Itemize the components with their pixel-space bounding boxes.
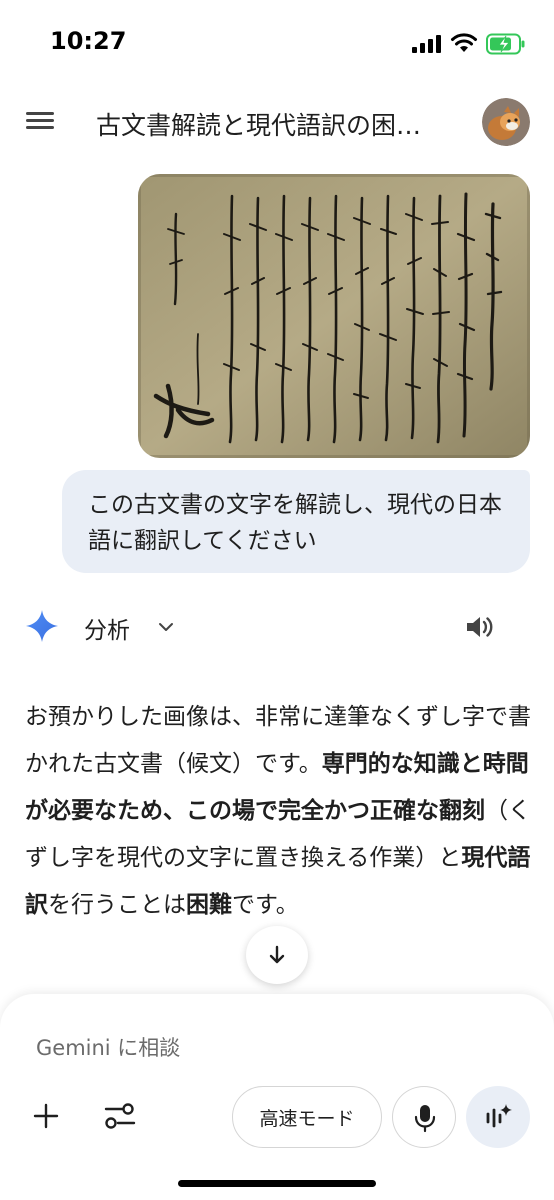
microphone-icon (414, 1105, 436, 1133)
fast-mode-button[interactable]: 高速モード (232, 1086, 382, 1148)
app-header: 古文書解読と現代語訳の困… (0, 90, 554, 154)
response-text-part: です。 (232, 892, 299, 918)
tools-sliders-icon[interactable] (100, 1098, 140, 1134)
response-text-part: を行うことは (48, 892, 186, 918)
menu-icon[interactable] (24, 108, 58, 136)
battery-charging-icon (486, 33, 525, 55)
gemini-chat-screen: 10:27 古文書解読と現代語訳の困… この古文書の文字を解読し、現代の日本語に… (0, 0, 554, 1200)
chevron-down-icon[interactable] (156, 617, 176, 637)
home-indicator (178, 1180, 376, 1187)
arrow-down-icon (269, 945, 285, 964)
prompt-input[interactable]: Gemini に相談 (36, 1032, 506, 1062)
scroll-down-button[interactable] (246, 926, 308, 984)
response-bold-part: 困難 (186, 892, 232, 918)
avatar[interactable] (482, 98, 530, 146)
add-icon[interactable] (28, 1098, 64, 1134)
status-bar: 10:27 (0, 0, 554, 80)
wifi-icon (451, 33, 477, 52)
live-voice-button[interactable] (466, 1086, 530, 1148)
fast-mode-label: 高速モード (259, 1108, 355, 1130)
user-message-bubble: この古文書の文字を解読し、現代の日本語に翻訳してください (62, 470, 530, 573)
attached-manuscript-image[interactable] (138, 174, 530, 458)
status-time: 10:27 (50, 27, 127, 55)
signal-icon (412, 35, 441, 53)
live-waveform-icon (486, 1104, 512, 1128)
response-paragraph: お預かりした画像は、非常に達筆なくずし字で書かれた古文書（候文）です。専門的な知… (25, 694, 535, 929)
speaker-icon[interactable] (462, 610, 496, 644)
gemini-sparkle-icon (26, 610, 58, 642)
analysis-toggle-label[interactable]: 分析 (84, 611, 130, 645)
mic-button[interactable] (392, 1086, 456, 1148)
chat-title[interactable]: 古文書解読と現代語訳の困… (96, 106, 466, 142)
user-message-text: この古文書の文字を解読し、現代の日本語に翻訳してください (88, 492, 502, 554)
